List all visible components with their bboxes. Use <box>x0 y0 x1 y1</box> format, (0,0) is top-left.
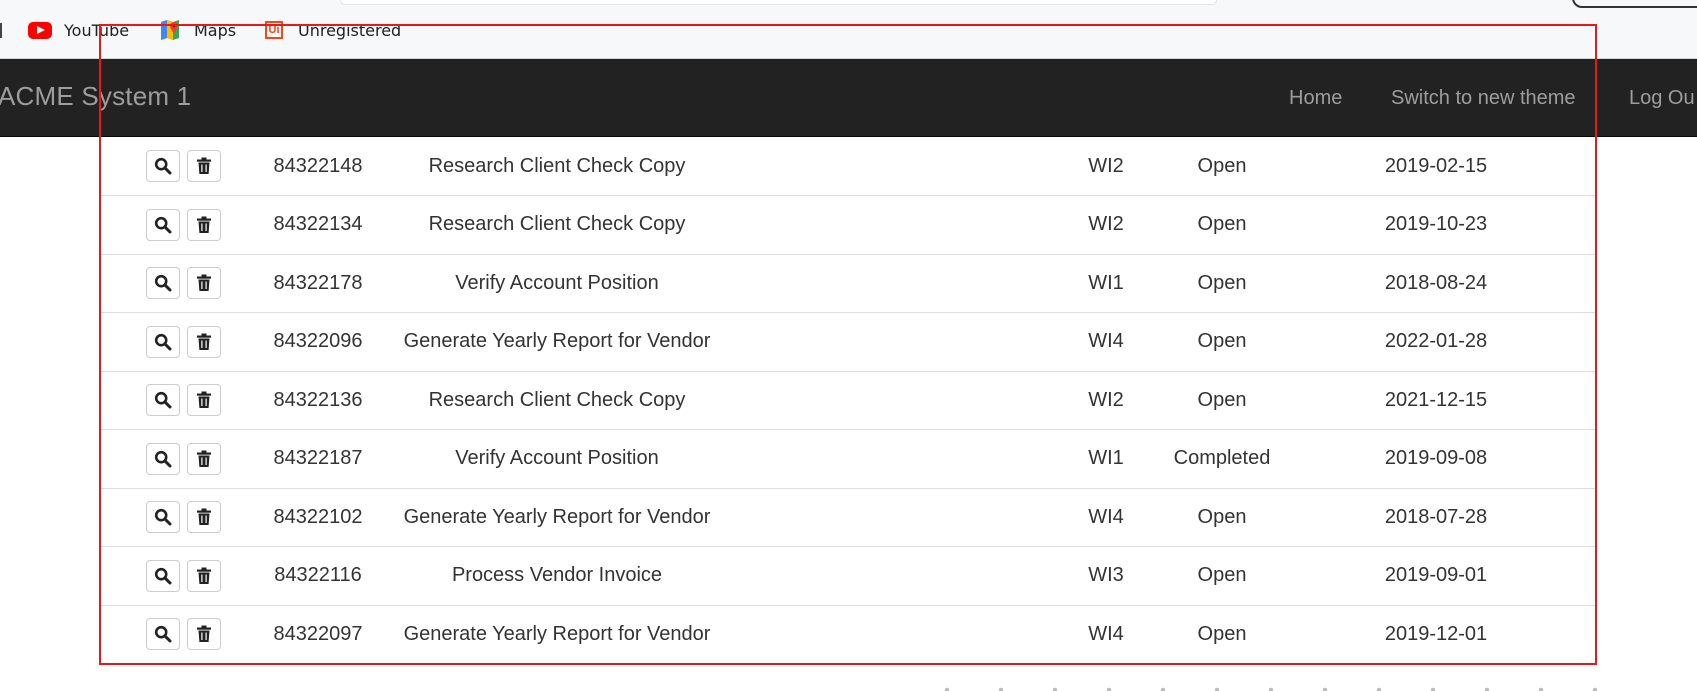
profile-button-edge[interactable] <box>1572 0 1697 8</box>
maps-icon <box>158 19 182 41</box>
cell-date: 2022-01-28 <box>1384 330 1488 352</box>
cell-date: 2019-12-01 <box>1384 622 1488 645</box>
table-row: 84322096 Generate Yearly Report for Vendo… <box>100 313 1597 372</box>
bookmark-label: Unregistered <box>298 20 402 40</box>
cell-description: Research Client Check Copy <box>428 154 686 177</box>
table-row: 84322187 Verify Account Position WI1 Comple… <box>100 430 1597 489</box>
cell-date: 2019-02-15 <box>1384 154 1488 177</box>
pagination-dots <box>920 686 1620 691</box>
cell-description: Generate Yearly Report for Vendor <box>403 505 711 528</box>
work-items-table: 84322148 Research Client Check Copy WI2 Ope… <box>100 137 1597 667</box>
table-row: 84322102 Generate Yearly Report for Vendo… <box>100 488 1597 547</box>
table-row: 84322178 Verify Account Position WI1 Open 20… <box>100 254 1597 313</box>
address-bar-edge <box>340 0 1217 5</box>
youtube-icon <box>28 19 52 41</box>
bookmark-unregistered[interactable]: Ui Unregistered <box>262 19 401 41</box>
cell-description: Generate Yearly Report for Vendor <box>403 330 711 352</box>
table-row: 84322136 Research Client Check Copy WI2 Ope… <box>100 371 1597 430</box>
cell-date: 2019-10-23 <box>1384 213 1488 235</box>
cell-description: Generate Yearly Report for Vendor <box>403 622 711 645</box>
cell-date: 2018-07-28 <box>1384 505 1488 528</box>
bookmark-label: Maps <box>194 20 237 40</box>
top-navbar: ACME System 1 Home Switch to new theme L… <box>0 59 1697 137</box>
nav-link-home[interactable]: Home <box>1289 87 1342 110</box>
bookmarks-bar: YouTube Maps Ui Unregistered <box>0 0 1697 59</box>
cell-description: Process Vendor Invoice <box>451 564 663 586</box>
cell-date: 2019-09-01 <box>1384 564 1488 586</box>
bookmark-youtube[interactable]: YouTube <box>28 19 129 41</box>
nav-link-logout[interactable]: Log Ou <box>1629 87 1695 110</box>
brand-title[interactable]: ACME System 1 <box>0 81 191 112</box>
bookmark-maps[interactable]: Maps <box>158 19 236 41</box>
uipath-icon: Ui <box>262 19 286 41</box>
bookmark-label: YouTube <box>64 20 130 40</box>
cell-description: Research Client Check Copy <box>428 213 686 235</box>
bookmark-separator <box>0 23 2 38</box>
cell-date: 2018-08-24 <box>1384 271 1488 294</box>
nav-link-switch-theme[interactable]: Switch to new theme <box>1391 87 1576 110</box>
table-row: 84322134 Research Client Check Copy WI2 Ope… <box>100 196 1597 255</box>
cell-date: 2021-12-15 <box>1384 388 1488 411</box>
cell-description: Verify Account Position <box>455 271 659 294</box>
cell-description: Verify Account Position <box>455 447 659 469</box>
table-row: 84322116 Process Vendor Invoice WI3 Open 201… <box>100 547 1597 606</box>
cell-description: Research Client Check Copy <box>428 388 686 411</box>
cell-date: 2019-09-08 <box>1384 447 1488 469</box>
table-row: 84322148 Research Client Check Copy WI2 Ope… <box>100 137 1597 196</box>
table-row: 84322097 Generate Yearly Report for Vendo… <box>100 605 1597 664</box>
